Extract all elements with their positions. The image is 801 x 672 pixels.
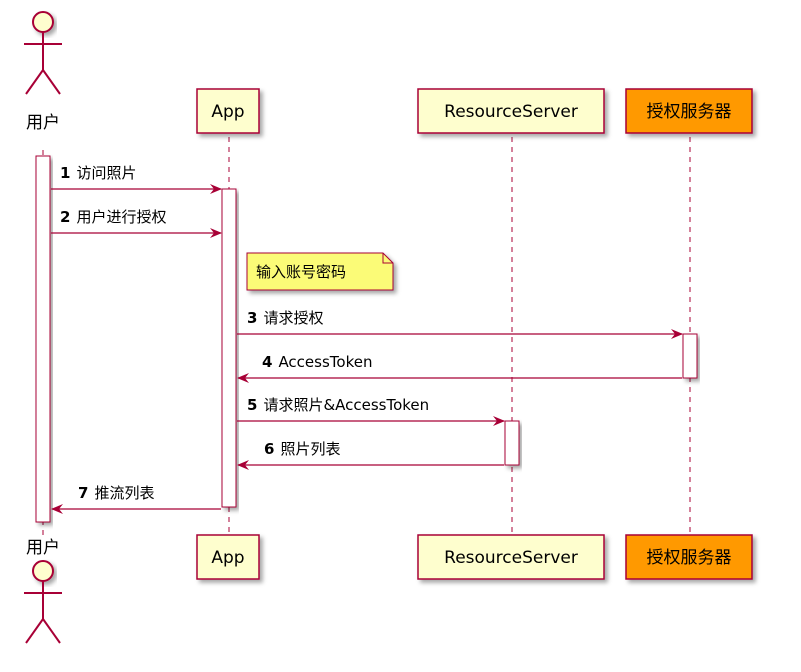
participant-app-bottom-label: App (211, 548, 244, 568)
message-3: 3 请求授权 (237, 309, 683, 339)
participant-auth-bottom: 授权服务器 (625, 534, 753, 580)
activation-user (35, 155, 51, 523)
actor-user-top (24, 11, 62, 95)
message-6-text: 照片列表 (280, 440, 340, 458)
message-4: 4 AccessToken (237, 353, 682, 383)
message-4-text: AccessToken (278, 353, 372, 371)
message-5: 5 请求照片&AccessToken (237, 396, 505, 426)
participant-app-top: App (196, 88, 260, 134)
svg-text:5请求照片&AccessToken: 5 请求照片&AccessToken (247, 396, 429, 414)
message-5-text: 请求照片&AccessToken (263, 396, 429, 414)
participant-auth-bottom-label: 授权服务器 (647, 548, 732, 568)
participant-resource-bottom: ResourceServer (417, 534, 605, 580)
svg-text:1访问照片: 1 访问照片 (60, 164, 136, 182)
activation-resource (504, 420, 520, 466)
svg-text:7推流列表: 7 推流列表 (78, 484, 154, 502)
participant-app-top-label: App (211, 102, 244, 122)
svg-text:2用户进行授权: 2 用户进行授权 (60, 208, 166, 226)
message-7: 7 推流列表 (51, 484, 221, 514)
svg-text:6照片列表: 6 照片列表 (264, 440, 340, 458)
message-6-number: 6 (264, 440, 274, 458)
message-5-number: 5 (247, 396, 257, 414)
actor-user-top-label: 用户 (26, 113, 60, 133)
message-1: 1 访问照片 (51, 164, 222, 194)
svg-text:3请求授权: 3 请求授权 (247, 309, 323, 327)
message-1-text: 访问照片 (76, 164, 136, 182)
participant-resource-top-label: ResourceServer (444, 102, 578, 122)
svg-text:4AccessToken: 4 AccessToken (262, 353, 372, 371)
participant-app-bottom: App (196, 534, 260, 580)
message-2: 2 用户进行授权 (51, 208, 222, 238)
message-3-number: 3 (247, 309, 257, 327)
participant-resource-top: ResourceServer (417, 88, 605, 134)
message-6: 6 照片列表 (237, 440, 504, 470)
note-text: 输入账号密码 (256, 263, 346, 281)
actor-user-bottom-label: 用户 (26, 538, 60, 558)
message-1-number: 1 (60, 164, 70, 182)
actor-user-bottom (24, 560, 62, 644)
message-7-number: 7 (78, 484, 88, 502)
message-2-number: 2 (60, 208, 70, 226)
message-3-text: 请求授权 (263, 309, 323, 327)
sequence-diagram: 用户 用户 App ResourceServer 授权服务器 App Resou… (24, 11, 753, 644)
message-2-text: 用户进行授权 (76, 208, 166, 226)
participant-auth-top-label: 授权服务器 (647, 102, 732, 122)
activation-app (221, 188, 237, 508)
message-7-text: 推流列表 (94, 484, 154, 502)
participant-auth-top: 授权服务器 (625, 88, 753, 134)
message-4-number: 4 (262, 353, 272, 371)
activation-auth (682, 333, 698, 379)
participant-resource-bottom-label: ResourceServer (444, 548, 578, 568)
